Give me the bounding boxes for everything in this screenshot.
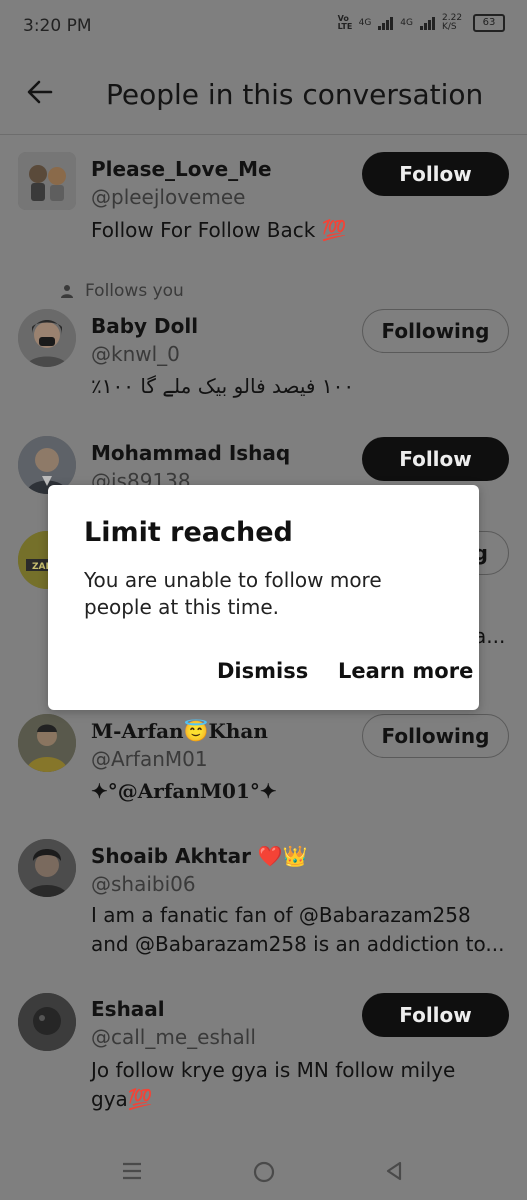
- back-triangle-icon[interactable]: [383, 1160, 405, 1182]
- network-type-2: 4G: [400, 18, 413, 28]
- volte-indicator: Vo LTE: [337, 14, 353, 31]
- status-bar: 3:20 PM Vo LTE 4G 4G 2.22 K/S 63: [0, 0, 527, 52]
- signal-icon: [378, 16, 394, 30]
- user-name[interactable]: M-Arfan😇Khan: [91, 719, 268, 743]
- signal-icon-2: [420, 16, 435, 30]
- user-handle: @pleejlovemee: [91, 185, 246, 209]
- user-name[interactable]: Eshaal: [91, 997, 165, 1021]
- page-title: People in this conversation: [106, 78, 484, 111]
- limit-reached-dialog: Limit reached You are unable to follow m…: [48, 485, 479, 710]
- user-handle: @call_me_eshall: [91, 1025, 256, 1049]
- person-icon: [61, 285, 73, 298]
- user-row[interactable]: Mohammad Ishaq @is89138 Follow: [0, 430, 527, 494]
- user-row[interactable]: Eshaal @call_me_eshall Jo follow krye gy…: [0, 985, 527, 1125]
- menu-icon[interactable]: [121, 1160, 143, 1182]
- user-handle: @ArfanM01: [91, 747, 208, 771]
- avatar[interactable]: [18, 309, 76, 367]
- user-bio: ✦°@ArfanM01°✦: [91, 779, 277, 803]
- user-row[interactable]: Please_Love_Me @pleejlovemee Follow For …: [0, 140, 527, 260]
- follow-button[interactable]: Follow: [362, 152, 509, 196]
- user-name[interactable]: Baby Doll: [91, 314, 198, 338]
- user-row[interactable]: M-Arfan😇Khan @ArfanM01 ✦°@ArfanM01°✦ Fol…: [0, 705, 527, 815]
- user-row[interactable]: Baby Doll @knwl_0 ١٠٠ فیصد فالو بیک ملے …: [0, 300, 527, 430]
- follows-you-text: Follows you: [85, 281, 184, 301]
- avatar[interactable]: [18, 993, 76, 1051]
- follows-you-label: Follows you: [60, 281, 184, 301]
- user-bio: ١٠٠ فیصد فالو بیک ملے گا ١٠٠٪: [91, 374, 355, 398]
- page-header: People in this conversation: [0, 52, 527, 135]
- network-type-1: 4G: [358, 18, 372, 28]
- dialog-title: Limit reached: [84, 517, 293, 548]
- learn-more-button[interactable]: Learn more: [338, 659, 473, 683]
- user-bio: Jo follow krye gya is MN follow milye gy…: [91, 1058, 456, 1111]
- arrow-left-icon[interactable]: [26, 78, 54, 106]
- dialog-message: You are unable to follow more people at …: [84, 568, 382, 619]
- follow-button[interactable]: Follow: [362, 993, 509, 1037]
- avatar[interactable]: [18, 839, 76, 897]
- status-time: 3:20 PM: [23, 16, 92, 36]
- user-row[interactable]: Shoaib Akhtar ❤️👑 @shaibi06 I am a fanat…: [0, 830, 527, 970]
- avatar[interactable]: [18, 152, 76, 210]
- follow-button[interactable]: Follow: [362, 437, 509, 481]
- following-button[interactable]: Following: [362, 309, 509, 353]
- user-handle: @knwl_0: [91, 342, 180, 366]
- system-nav-bar: [0, 1140, 527, 1200]
- user-bio: Follow For Follow Back 💯: [91, 218, 347, 242]
- following-button[interactable]: Following: [362, 714, 509, 758]
- user-name[interactable]: Please_Love_Me: [91, 157, 272, 181]
- user-name[interactable]: Mohammad Ishaq: [91, 441, 290, 465]
- user-handle: @shaibi06: [91, 872, 196, 896]
- user-name[interactable]: Shoaib Akhtar ❤️👑: [91, 844, 308, 868]
- dismiss-button[interactable]: Dismiss: [217, 659, 308, 683]
- user-bio: I am a fanatic fan of @Babarazam258 and …: [91, 903, 505, 956]
- battery-icon: 63: [473, 14, 505, 32]
- avatar[interactable]: [18, 714, 76, 772]
- network-speed: 2.22 K/S: [442, 13, 463, 32]
- status-icons: Vo LTE 4G 4G 2.22 K/S 63: [338, 14, 505, 32]
- home-circle-icon[interactable]: [252, 1160, 276, 1184]
